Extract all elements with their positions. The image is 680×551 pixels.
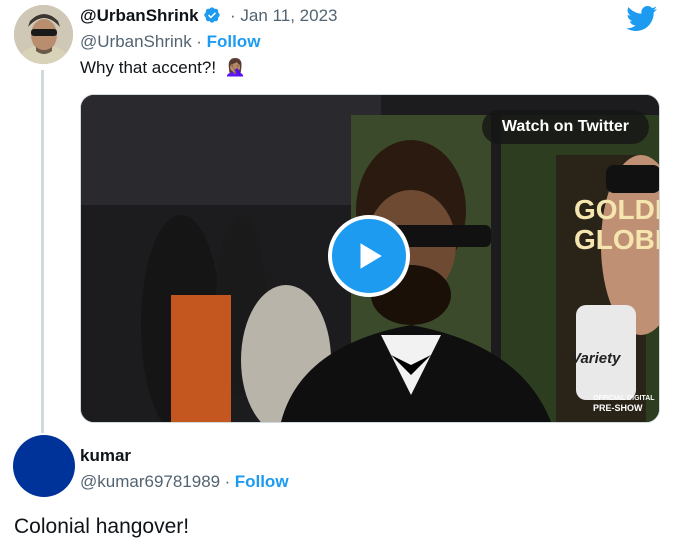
reply-handle: @kumar69781989 [80,472,221,491]
badge-line-2: PRE-SHOW [593,403,643,413]
separator: · [196,32,207,51]
reply-separator: · [224,472,231,491]
reply-handle-row: @kumar69781989 · Follow [80,472,289,492]
verified-badge-icon [203,6,221,24]
reply-follow-button[interactable]: Follow [235,472,289,491]
tweet-text: Why that accent?! [80,58,217,77]
reply-display-name[interactable]: kumar [80,446,131,465]
thread-connector-line [41,70,44,433]
handle-row: @UrbanShrink · Follow [80,32,260,52]
golden-globe-sign: GOLDEN GLOBE [574,194,659,255]
tweet-body: Why that accent?! 🤦🏽‍♀️ [80,58,246,78]
video-media-card[interactable]: GOLDEN GLOBE Variety OFFICIAL DIGITAL PR… [80,94,660,423]
handle: @UrbanShrink [80,32,192,51]
tweet-header: @UrbanShrink · Jan 11, 2023 [80,6,337,26]
variety-mic-label: Variety [571,350,621,367]
avatar-kumar[interactable] [13,435,75,497]
avatar-urbanshrink[interactable] [14,5,73,64]
display-name[interactable]: @UrbanShrink [80,6,199,25]
badge-line-1: OFFICIAL DIGITAL [593,395,655,402]
watch-on-twitter-button[interactable]: Watch on Twitter [481,110,649,144]
facepalm-emoji-icon: 🤦🏽‍♀️ [224,58,246,77]
reply-text: Colonial hangover! [14,515,190,538]
tweet-date[interactable]: · Jan 11, 2023 [230,6,337,25]
twitter-bird-icon[interactable] [626,6,658,37]
follow-button[interactable]: Follow [207,32,261,51]
play-icon [360,243,382,269]
reply-header: kumar [80,446,131,466]
play-button[interactable] [328,215,410,297]
